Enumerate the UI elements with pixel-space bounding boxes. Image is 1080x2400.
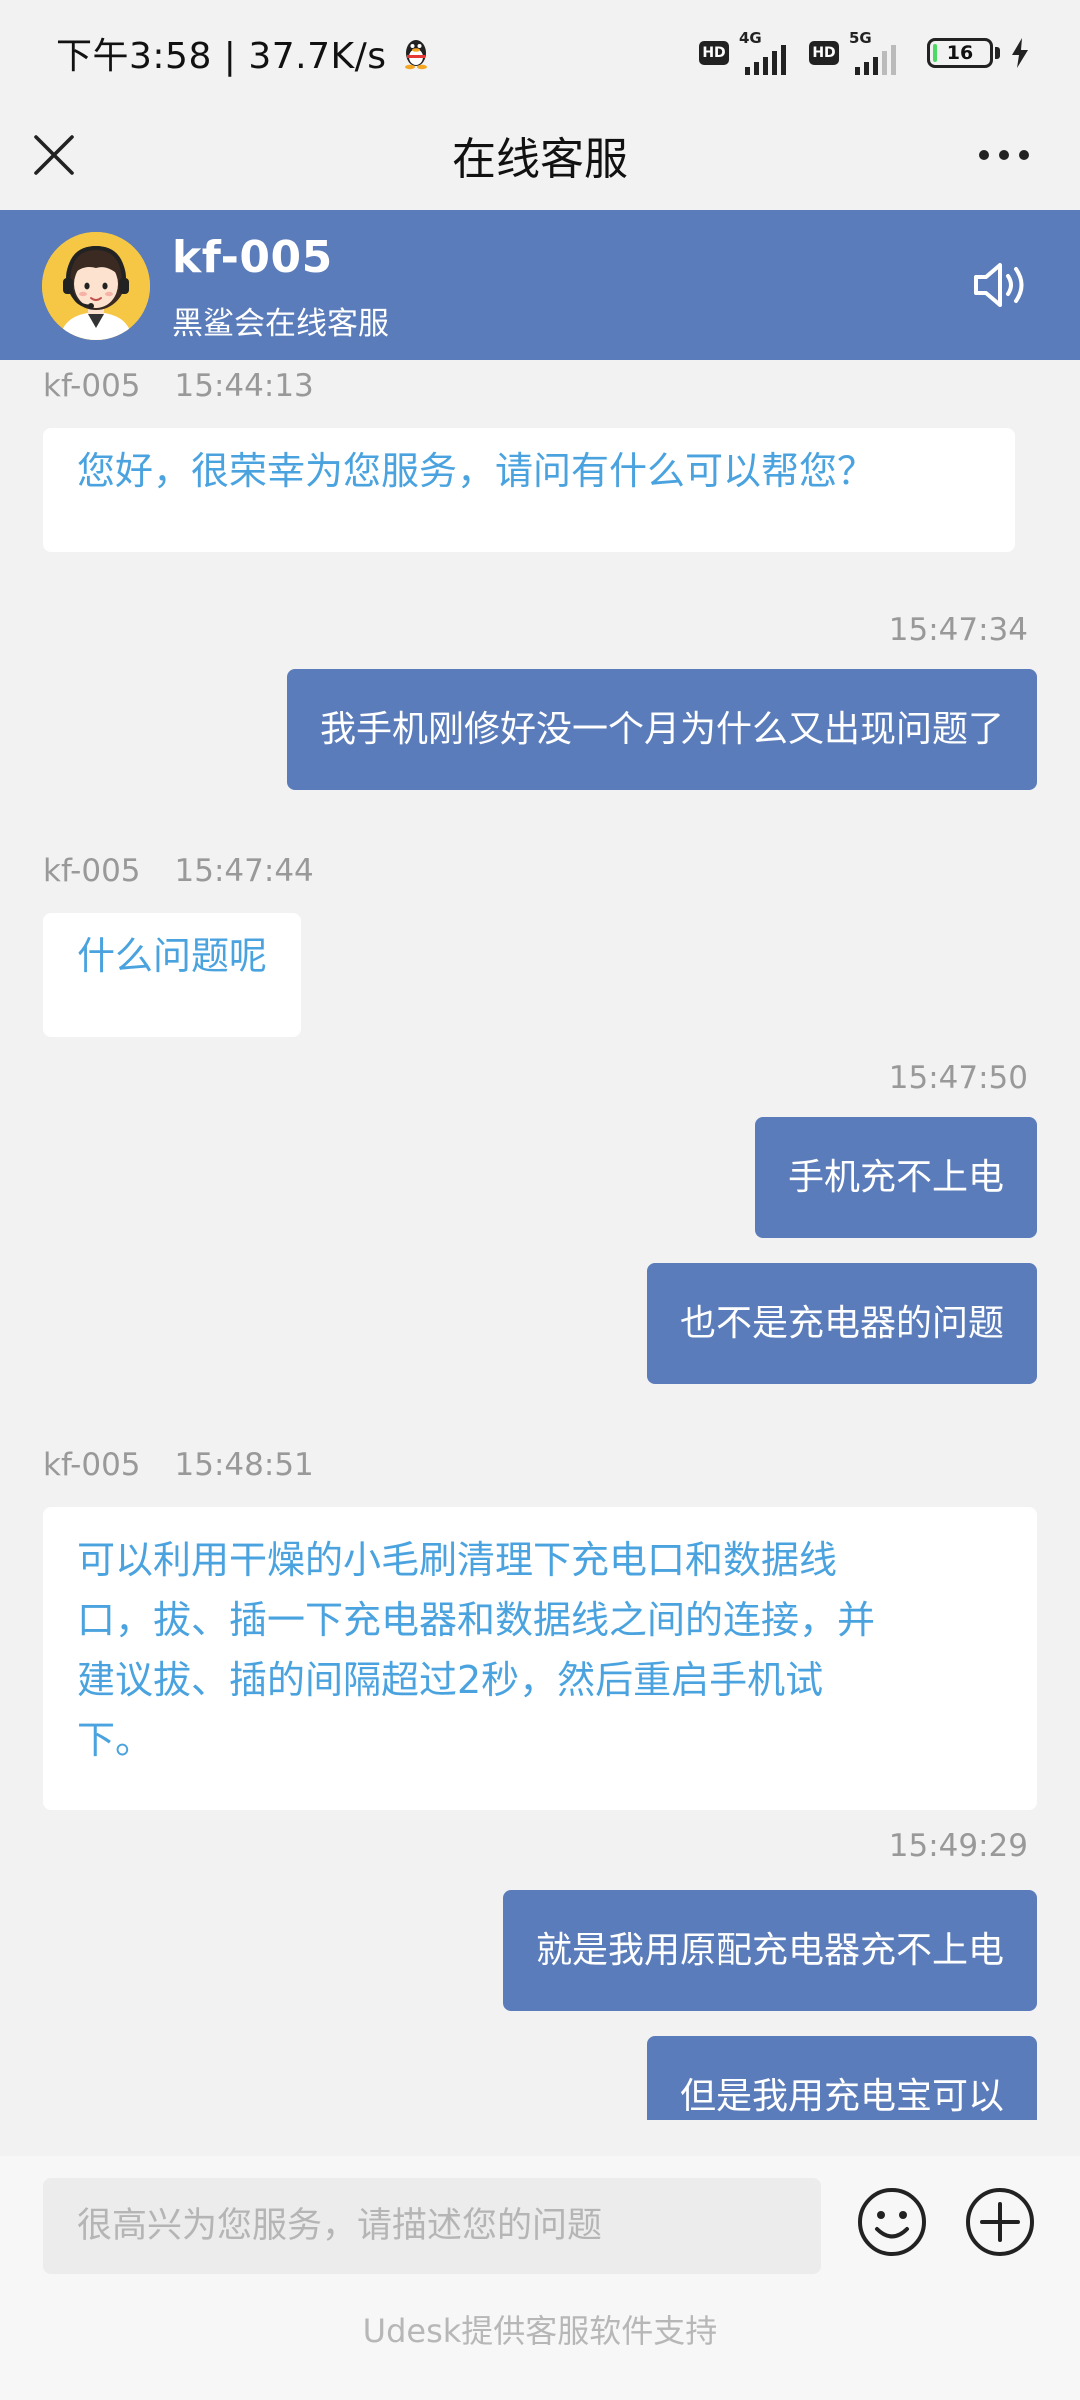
message-time: 15:44:13 bbox=[174, 368, 314, 404]
message-text: 您好，很荣幸为您服务，请问有什么可以帮您？ bbox=[77, 449, 876, 493]
message-time: 15:47:34 bbox=[888, 612, 1028, 648]
more-icon bbox=[979, 150, 1029, 160]
message-meta: kf-005 15:47:44 bbox=[43, 853, 314, 889]
title-bar: 在线客服 bbox=[0, 100, 1080, 210]
signal-4g: 4G bbox=[739, 29, 799, 75]
agent-message-bubble[interactable]: 什么问题呢 bbox=[43, 913, 302, 1037]
chat-messages[interactable]: kf-005 15:44:13 您好，很荣幸为您服务，请问有什么可以帮您？ 15:… bbox=[0, 360, 1080, 2120]
message-text: 手机充不上电 bbox=[787, 1156, 1004, 1198]
message-text: 就是我用原配充电器充不上电 bbox=[535, 1929, 1004, 1971]
page-title: 在线客服 bbox=[452, 134, 628, 185]
user-message-bubble[interactable]: 手机充不上电 bbox=[754, 1117, 1037, 1238]
message-text-line: 可以利用干燥的小毛刷清理下充电口和数据线 bbox=[77, 1538, 838, 1582]
input-bar: Udesk提供客服软件支持 bbox=[0, 2156, 1080, 2400]
hd-badge: HD bbox=[809, 41, 839, 65]
agent-header: kf-005 黑鲨会在线客服 bbox=[0, 210, 1080, 360]
message-text: 什么问题呢 bbox=[77, 934, 268, 978]
agent-subtitle: 黑鲨会在线客服 bbox=[172, 306, 389, 342]
agent-avatar[interactable] bbox=[42, 232, 150, 340]
battery-cap bbox=[995, 47, 1000, 59]
message-sender: kf-005 bbox=[43, 1447, 141, 1483]
user-message-bubble[interactable]: 但是我用充电宝可以 bbox=[646, 2036, 1037, 2120]
status-bar: 下午3:58 | 37.7K/s HD 4G HD 5G 16 bbox=[0, 0, 1080, 100]
qq-penguin-icon bbox=[404, 40, 427, 70]
battery-icon: 16 bbox=[927, 38, 993, 68]
message-time: 15:47:44 bbox=[174, 853, 314, 889]
message-time: 15:49:29 bbox=[888, 1828, 1028, 1864]
emoji-icon[interactable] bbox=[856, 2186, 928, 2258]
user-message-bubble[interactable]: 我手机刚修好没一个月为什么又出现问题了 bbox=[286, 669, 1037, 790]
message-time: 15:47:50 bbox=[888, 1060, 1028, 1096]
status-left: 下午3:58 | 37.7K/s bbox=[56, 28, 431, 78]
signal-5g: 5G bbox=[849, 29, 909, 75]
sound-toggle-button[interactable] bbox=[970, 252, 1036, 318]
time-and-speed: 下午3:58 | 37.7K/s bbox=[56, 36, 387, 77]
customer-service-avatar-icon bbox=[42, 232, 150, 340]
message-sender: kf-005 bbox=[43, 853, 141, 889]
user-message-bubble[interactable]: 就是我用原配充电器充不上电 bbox=[502, 1890, 1037, 2011]
battery-level: 16 bbox=[946, 42, 974, 64]
message-text: 我手机刚修好没一个月为什么又出现问题了 bbox=[319, 708, 1004, 750]
speaker-icon bbox=[974, 263, 1024, 307]
more-options-button[interactable] bbox=[964, 130, 1044, 180]
add-attachment-icon[interactable] bbox=[964, 2186, 1036, 2258]
message-sender: kf-005 bbox=[43, 368, 141, 404]
signal-bars-icon bbox=[745, 45, 786, 75]
message-meta: kf-005 15:44:13 bbox=[43, 368, 314, 404]
message-input[interactable] bbox=[43, 2178, 821, 2274]
message-text: 但是我用充电宝可以 bbox=[679, 2075, 1004, 2117]
agent-message-bubble[interactable]: 可以利用干燥的小毛刷清理下充电口和数据线 口，拔、插一下充电器和数据线之间的连接… bbox=[43, 1507, 1037, 1810]
agent-message-bubble[interactable]: 您好，很荣幸为您服务，请问有什么可以帮您？ bbox=[43, 428, 1015, 552]
message-text-line: 建议拔、插的间隔超过2秒，然后重启手机试 bbox=[77, 1658, 824, 1702]
status-right: HD 4G HD 5G 16 bbox=[699, 29, 1030, 76]
message-text: 也不是充电器的问题 bbox=[679, 1302, 1004, 1344]
hd-badge: HD bbox=[699, 41, 729, 65]
user-message-bubble[interactable]: 也不是充电器的问题 bbox=[646, 1263, 1037, 1384]
message-text-line: 下。 bbox=[77, 1718, 154, 1762]
footer-credit: Udesk提供客服软件支持 bbox=[362, 2312, 718, 2350]
message-text-line: 口，拔、插一下充电器和数据线之间的连接，并 bbox=[77, 1598, 876, 1642]
signal-bars-icon bbox=[855, 45, 896, 75]
message-time: 15:48:51 bbox=[174, 1447, 314, 1483]
agent-name: kf-005 bbox=[172, 232, 333, 283]
charging-bolt-icon bbox=[1012, 38, 1028, 68]
message-meta: kf-005 15:48:51 bbox=[43, 1447, 314, 1483]
